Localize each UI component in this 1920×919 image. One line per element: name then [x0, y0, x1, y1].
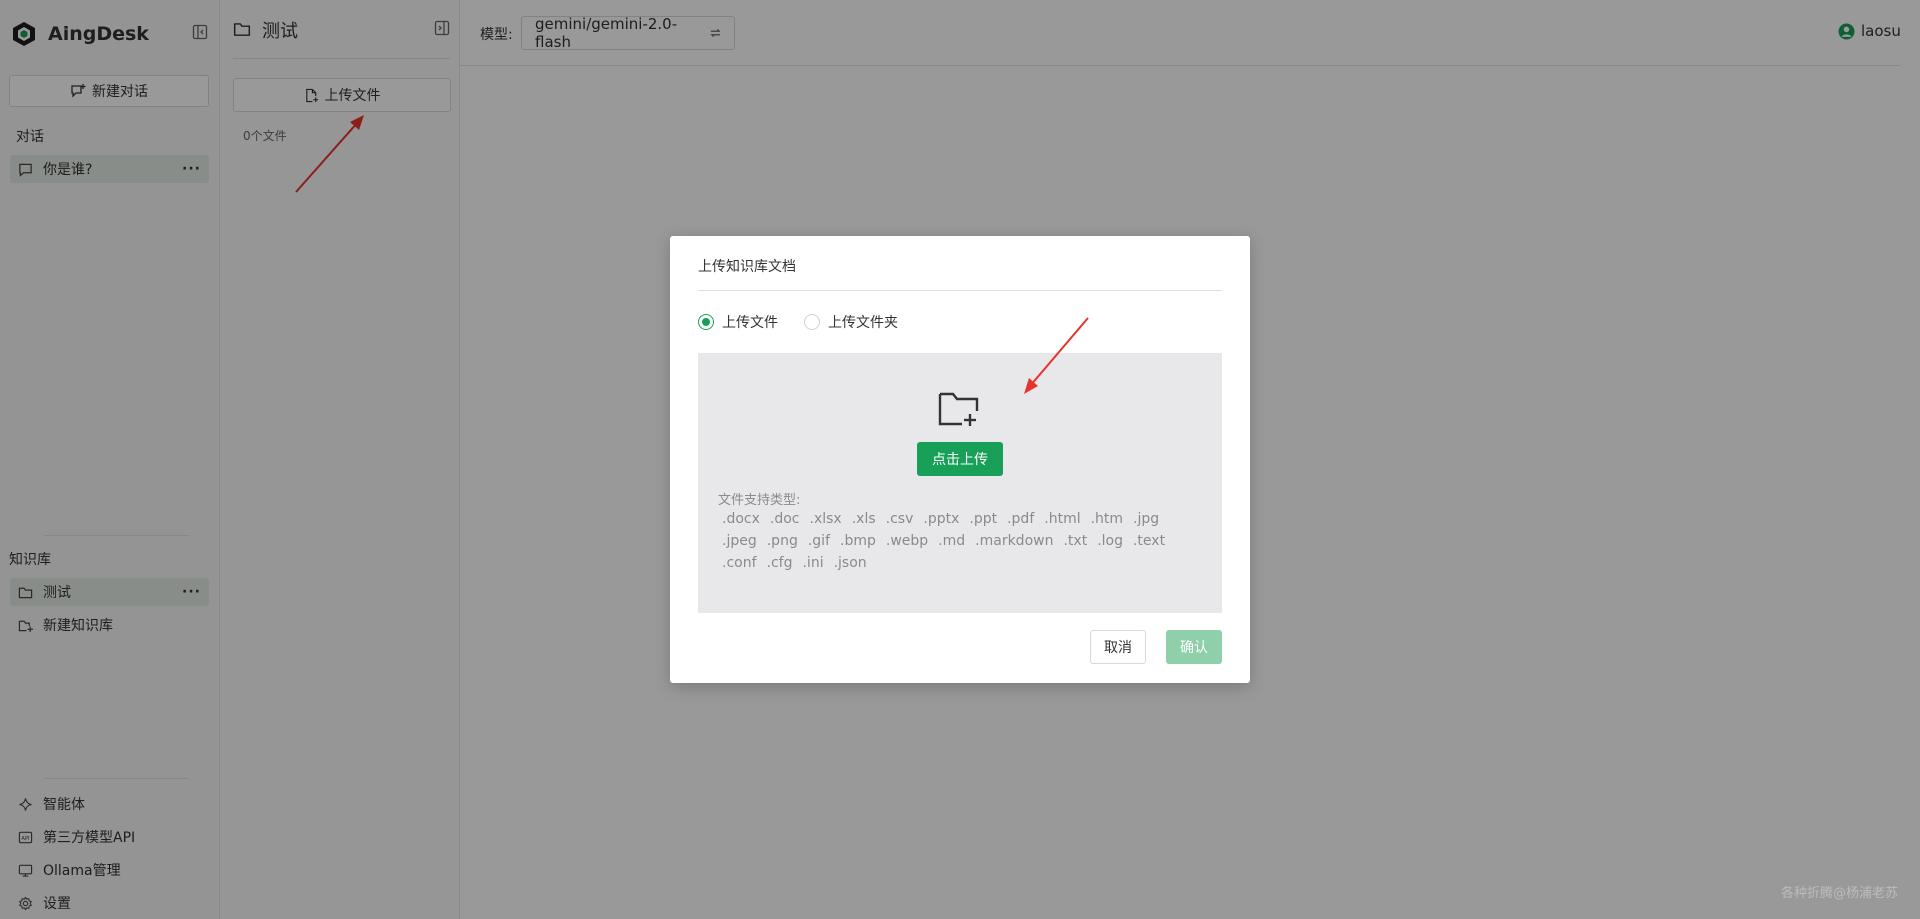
- filetype-item: .xls: [851, 511, 876, 527]
- filetype-item: .ppt: [969, 511, 998, 527]
- folder-add-icon: [938, 392, 979, 426]
- filetype-item: .md: [938, 533, 966, 549]
- filetype-item: .xlsx: [809, 511, 842, 527]
- upload-modal: 上传知识库文档 上传文件 上传文件夹 点击上传 文件支持类型: .docx .do…: [670, 236, 1250, 683]
- radio-upload-file[interactable]: [698, 314, 714, 330]
- filetype-item: .pdf: [1007, 511, 1035, 527]
- cancel-button[interactable]: 取消: [1090, 630, 1146, 664]
- filetypes-label: 文件支持类型:: [718, 493, 801, 508]
- filetype-item: .doc: [769, 511, 800, 527]
- click-upload-button[interactable]: 点击上传: [917, 442, 1003, 476]
- filetype-item: .docx: [722, 511, 760, 527]
- filetypes-list: .docx .doc .xlsx .xls .csv .pptx .ppt .pdf .html…: [722, 510, 1192, 573]
- filetype-item: .log: [1097, 533, 1123, 549]
- radio-upload-file-label[interactable]: 上传文件: [722, 312, 778, 332]
- filetype-item: .bmp: [840, 533, 876, 549]
- filetype-item: .text: [1132, 533, 1166, 549]
- upload-dropzone[interactable]: 点击上传 文件支持类型: .docx .doc .xlsx .xls .csv .pptx…: [698, 353, 1222, 613]
- filetype-item: .jpeg: [722, 533, 757, 549]
- filetype-item: .conf: [722, 555, 757, 571]
- filetype-item: .ini: [802, 555, 824, 571]
- filetype-item: .webp: [885, 533, 929, 549]
- filetype-item: .txt: [1063, 533, 1088, 549]
- filetype-item: .jpg: [1133, 511, 1160, 527]
- filetype-item: .csv: [885, 511, 914, 527]
- filetype-item: .gif: [807, 533, 830, 549]
- filetype-item: .htm: [1090, 511, 1124, 527]
- annotation-arrow: [1024, 317, 1089, 394]
- upload-type-radio-group: 上传文件 上传文件夹: [698, 312, 898, 332]
- filetype-item: .cfg: [766, 555, 793, 571]
- filetype-item: .html: [1044, 511, 1081, 527]
- watermark: 各种折腾@杨浦老苏: [1780, 886, 1898, 901]
- radio-upload-folder-label[interactable]: 上传文件夹: [828, 312, 898, 332]
- confirm-button[interactable]: 确认: [1166, 630, 1222, 664]
- filetype-item: .pptx: [923, 511, 960, 527]
- filetype-item: .png: [766, 533, 798, 549]
- filetype-item: .markdown: [975, 533, 1054, 549]
- radio-upload-folder[interactable]: [804, 314, 820, 330]
- filetype-item: .json: [833, 555, 867, 571]
- modal-title: 上传知识库文档: [698, 259, 796, 275]
- modal-divider: [698, 290, 1222, 291]
